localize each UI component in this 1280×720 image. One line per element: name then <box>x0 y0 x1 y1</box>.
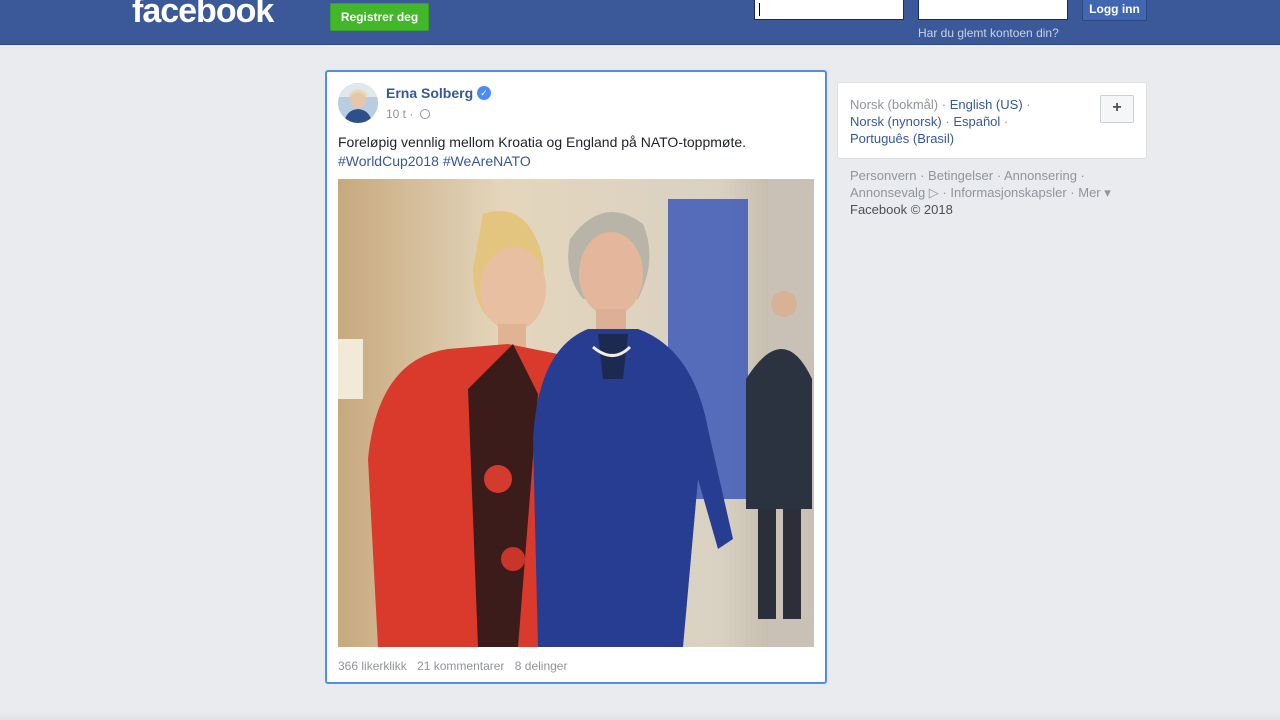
footer-cookies[interactable]: Informasjonskapsler <box>950 185 1066 200</box>
hashtag-wearenato[interactable]: #WeAreNATO <box>443 153 531 169</box>
post-meta: 10 t · <box>386 107 430 121</box>
forgot-account-link[interactable]: Har du glemt kontoen din? <box>918 26 1059 40</box>
language-selector: Norsk (bokmål) · English (US) · Norsk (n… <box>837 82 1147 159</box>
language-norsk-nynorsk[interactable]: Norsk (nynorsk) <box>850 114 942 129</box>
post-text: Foreløpig vennlig mellom Kroatia og Engl… <box>338 133 818 171</box>
language-espanol[interactable]: Español <box>953 114 1000 129</box>
language-current: Norsk (bokmål) <box>850 97 939 112</box>
post-stats: 366 likerklikk 21 kommentarer 8 delinger <box>338 659 574 673</box>
ad-choices-icon: ▷ <box>928 185 939 200</box>
footer-links: Personvern · Betingelser · Annonsering ·… <box>850 168 1111 217</box>
language-english-us[interactable]: English (US) <box>950 97 1023 112</box>
more-languages-button[interactable]: + <box>1100 95 1134 123</box>
password-input[interactable] <box>918 0 1068 20</box>
likes-count[interactable]: 366 likerklikk <box>338 659 407 673</box>
top-bar: facebook Registrer deg Logg inn Har du g… <box>0 0 1280 45</box>
register-button[interactable]: Registrer deg <box>330 3 429 31</box>
post-body: Foreløpig vennlig mellom Kroatia og Engl… <box>338 134 747 150</box>
comments-count[interactable]: 21 kommentarer <box>417 659 504 673</box>
login-button[interactable]: Logg inn <box>1082 0 1147 21</box>
post-photo[interactable] <box>338 179 814 647</box>
email-input[interactable] <box>754 0 904 20</box>
language-list: Norsk (bokmål) · English (US) · Norsk (n… <box>850 97 1031 146</box>
post-author-name[interactable]: Erna Solberg <box>386 85 473 101</box>
post-card: Erna Solberg ✓ 10 t · Foreløpig vennlig … <box>325 70 827 684</box>
text-caret <box>759 3 760 16</box>
footer-more[interactable]: Mer <box>1078 185 1100 200</box>
post-timestamp[interactable]: 10 t · <box>386 107 413 121</box>
verified-badge-icon: ✓ <box>477 86 491 100</box>
footer-terms[interactable]: Betingelser <box>928 168 993 183</box>
public-globe-icon <box>419 109 430 119</box>
hashtag-worldcup[interactable]: #WorldCup2018 <box>338 153 439 169</box>
author-avatar[interactable] <box>338 83 378 123</box>
facebook-logo[interactable]: facebook <box>132 0 274 31</box>
footer-ad-choices[interactable]: Annonsevalg <box>850 185 925 200</box>
language-portugues-brasil[interactable]: Português (Brasil) <box>850 131 954 146</box>
footer-privacy[interactable]: Personvern <box>850 168 916 183</box>
chevron-down-icon: ▾ <box>1104 185 1111 200</box>
bottom-edge <box>0 712 1280 720</box>
copyright: Facebook © 2018 <box>850 202 953 217</box>
footer-advertising[interactable]: Annonsering <box>1004 168 1077 183</box>
shares-count[interactable]: 8 delinger <box>515 659 568 673</box>
